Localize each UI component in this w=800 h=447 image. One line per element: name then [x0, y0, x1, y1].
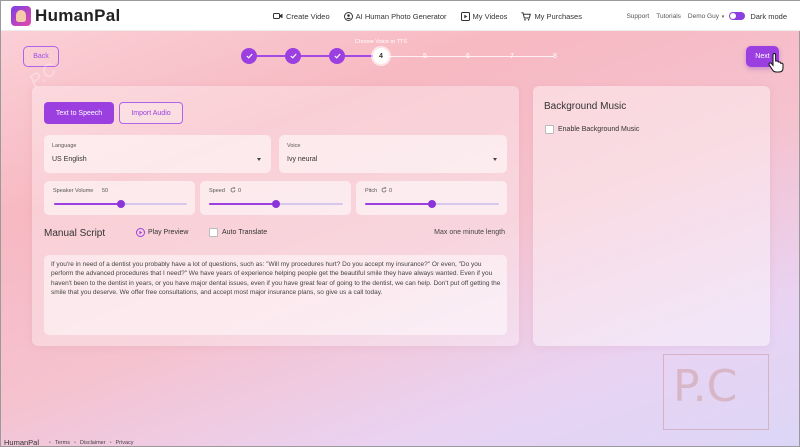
tab-import-label: Import Audio: [131, 109, 171, 117]
step-6[interactable]: 6: [460, 48, 476, 64]
manual-script-title: Manual Script: [44, 228, 106, 239]
chevron-down-icon: ▾: [721, 13, 725, 20]
logo-avatar-icon: [11, 5, 31, 26]
speed-control: Speed 0: [200, 181, 351, 215]
speaker-volume-thumb[interactable]: [117, 200, 125, 208]
step-2[interactable]: [285, 48, 301, 64]
footer-separator: •: [49, 439, 51, 446]
play-circle-icon: [136, 228, 145, 237]
nav-create-video[interactable]: Create Video: [273, 12, 330, 21]
tab-tts-label: Text to Speech: [55, 109, 103, 117]
play-preview-button[interactable]: Play Preview: [136, 228, 188, 237]
background-music-title: Background Music: [544, 101, 627, 112]
hand-cursor-icon: [768, 53, 784, 73]
dark-mode-toggle[interactable]: [729, 12, 746, 20]
user-circle-icon: [343, 11, 353, 21]
speed-thumb[interactable]: [272, 200, 280, 208]
step-8[interactable]: 8: [547, 48, 563, 64]
language-select[interactable]: Language US English: [44, 135, 271, 173]
dark-mode-label: Dark mode: [750, 11, 787, 21]
step-progress-line-completed: [249, 55, 381, 57]
voice-label: Voice: [287, 143, 301, 149]
nav-create-video-label: Create Video: [286, 11, 330, 21]
auto-translate-toggle[interactable]: Auto Translate: [209, 228, 267, 237]
footer-separator: •: [73, 439, 76, 446]
reset-icon[interactable]: [230, 187, 236, 193]
nav-my-purchases[interactable]: My Purchases: [521, 12, 582, 21]
script-textarea[interactable]: If you're in need of a dentist you proba…: [44, 255, 507, 335]
enable-music-label: Enable Background Music: [558, 126, 640, 133]
check-icon: [245, 53, 253, 59]
cart-icon: [521, 11, 532, 21]
support-link[interactable]: Support: [626, 13, 649, 20]
language-value: US English: [52, 156, 87, 163]
user-nav: Support Tutorials Demo Guy ▾ Dark mode: [619, 1, 787, 31]
watermark-text: P.C: [673, 361, 738, 412]
footer-privacy-link[interactable]: Privacy: [116, 440, 134, 446]
main-nav: Create Video AI Human Photo Generator My…: [273, 1, 596, 31]
top-navbar: HumanPal Create Video AI Human Photo Gen…: [1, 1, 800, 31]
current-step-title: Choose Voice or TTS: [354, 39, 408, 45]
step-4[interactable]: 4: [373, 48, 389, 64]
tab-import-audio[interactable]: Import Audio: [119, 102, 183, 124]
speed-label: Speed: [209, 188, 225, 194]
speed-fill: [209, 203, 276, 205]
auto-translate-label: Auto Translate: [222, 229, 268, 236]
enable-music-checkbox[interactable]: [545, 125, 554, 134]
language-label: Language: [52, 143, 77, 149]
step-1[interactable]: [241, 48, 257, 64]
pitch-thumb[interactable]: [428, 200, 436, 208]
nav-photo-generator[interactable]: AI Human Photo Generator: [343, 11, 447, 21]
user-menu[interactable]: Demo Guy ▾: [688, 13, 724, 20]
pitch-control: Pitch 0: [356, 181, 507, 215]
nav-my-videos-label: My Videos: [472, 11, 508, 21]
step-5[interactable]: 5: [417, 48, 433, 64]
tab-text-to-speech[interactable]: Text to Speech: [44, 102, 114, 124]
app-logo[interactable]: HumanPal: [11, 5, 231, 26]
play-preview-label: Play Preview: [148, 229, 189, 236]
speaker-volume-label: Speaker Volume: [53, 188, 94, 194]
logo-text: HumanPal: [35, 5, 121, 25]
pitch-slider[interactable]: [365, 200, 499, 208]
voice-value: Ivy neural: [287, 156, 318, 163]
footer-terms-link[interactable]: Terms: [55, 440, 70, 446]
nav-photo-generator-label: AI Human Photo Generator: [355, 11, 447, 21]
speaker-volume-fill: [54, 203, 121, 205]
enable-music-option[interactable]: Enable Background Music: [545, 125, 639, 134]
check-icon: [333, 53, 341, 59]
pitch-fill: [365, 203, 432, 205]
nav-my-purchases-label: My Purchases: [534, 11, 582, 21]
reset-icon[interactable]: [381, 187, 387, 193]
footer-brand: HumanPal: [4, 438, 40, 447]
speaker-volume-slider[interactable]: [54, 200, 187, 208]
footer-disclaimer-link[interactable]: Disclaimer: [80, 440, 106, 446]
nav-my-videos[interactable]: My Videos: [460, 11, 508, 21]
user-name: Demo Guy: [687, 12, 719, 20]
script-text: If you're in need of a dentist you proba…: [51, 261, 501, 296]
check-icon: [289, 53, 297, 59]
chevron-down-icon: [257, 158, 261, 161]
speed-slider[interactable]: [209, 200, 343, 208]
tutorials-link[interactable]: Tutorials: [656, 13, 681, 20]
videos-folder-icon: [460, 11, 470, 21]
step-7[interactable]: 7: [504, 48, 520, 64]
speed-value: 0: [238, 188, 242, 194]
chevron-down-icon: [493, 158, 497, 161]
video-camera-icon: [273, 13, 283, 19]
pitch-label: Pitch: [365, 188, 378, 194]
max-length-note: Max one minute length: [434, 229, 505, 236]
voice-select[interactable]: Voice Ivy neural: [279, 135, 507, 173]
footer-separator: •: [109, 439, 112, 446]
pitch-value: 0: [389, 188, 393, 194]
speaker-volume-control: Speaker Volume 50: [44, 181, 195, 215]
auto-translate-checkbox[interactable]: [209, 228, 218, 237]
step-3[interactable]: [329, 48, 345, 64]
footer: HumanPal • Terms • Disclaimer • Privacy: [4, 438, 134, 447]
speaker-volume-value: 50: [102, 188, 109, 194]
